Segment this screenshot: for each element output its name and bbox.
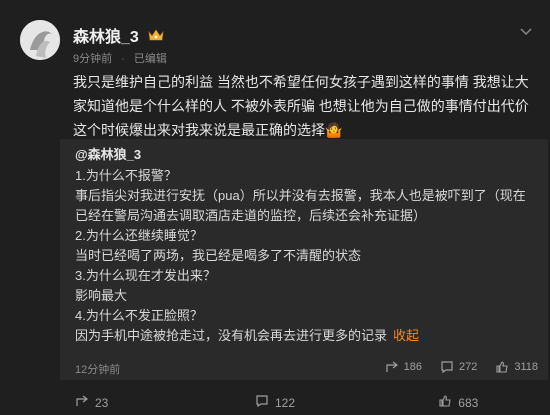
quoted-post-actions: 186 272 3118 <box>385 360 538 374</box>
quoted-share-count: 186 <box>403 361 422 373</box>
like-button[interactable]: 683 <box>367 390 550 415</box>
thumbs-up-icon <box>438 394 452 411</box>
quote-line: 事后指尖对我进行安抚（pua）所以并没有去报警，我本人也是被吓到了（现在已经在警… <box>75 188 526 223</box>
crown-badge-icon <box>147 28 165 47</box>
edited-label[interactable]: 已编辑 <box>134 53 167 65</box>
quoted-post-time[interactable]: 12分钟前 <box>75 361 120 377</box>
quoted-share-button[interactable]: 186 <box>385 360 422 374</box>
quote-line: 2.为什么还继续睡觉？ <box>75 228 203 243</box>
avatar-image <box>20 20 60 60</box>
quote-line: 4.为什么不发正脸照？ <box>75 308 203 323</box>
quote-line: 当时已经喝了两场，我已经是喝多了不清醒的状态 <box>75 248 362 263</box>
quote-line-last: 因为手机中途被抢走过，没有机会再去进行更多的记录 收起 <box>75 326 535 346</box>
weibo-post: 森林狼_3 9分钟前 · 已编辑 我只是维护自己的利益 当然也不希望任何女孩子遇… <box>0 0 550 415</box>
post-meta: 9分钟前 · 已编辑 <box>73 50 167 66</box>
thumbs-up-icon <box>495 360 509 374</box>
post-time[interactable]: 9分钟前 <box>73 53 112 65</box>
quote-line: 3.为什么现在才发出来？ <box>75 268 216 283</box>
username-text[interactable]: 森林狼_3 <box>73 29 139 46</box>
comment-count: 122 <box>274 395 295 410</box>
post-action-bar: 23 122 683 <box>0 390 550 415</box>
quoted-comment-button[interactable]: 272 <box>440 360 477 374</box>
comment-icon <box>440 360 454 374</box>
comment-icon <box>255 394 269 411</box>
meta-separator: · <box>121 53 125 65</box>
quoted-post-text: @森林狼_3 1.为什么不报警？ 事后指尖对我进行安抚（pua）所以并没有去报警… <box>75 145 535 346</box>
comment-button[interactable]: 122 <box>183 390 366 415</box>
quote-line: 影响最大 <box>75 288 128 303</box>
share-count: 23 <box>94 395 109 410</box>
avatar[interactable] <box>20 20 60 60</box>
quoted-comment-count: 272 <box>458 361 478 373</box>
quoted-like-count: 3118 <box>514 361 538 373</box>
more-options-icon[interactable] <box>518 23 534 39</box>
quoted-like-button[interactable]: 3118 <box>495 360 538 374</box>
quote-line: 因为手机中途被抢走过，没有机会再去进行更多的记录 <box>75 328 388 343</box>
post-content: 我只是维护自己的利益 当然也不希望任何女孩子遇到这样的事情 我想让大家知道他是个… <box>73 74 529 138</box>
like-count: 683 <box>458 395 479 410</box>
share-button[interactable]: 23 <box>0 390 183 415</box>
collapse-link[interactable]: 收起 <box>393 328 419 343</box>
quote-line: 1.为什么不报警？ <box>75 168 177 183</box>
quoted-user-mention[interactable]: @森林狼_3 <box>75 145 535 165</box>
share-icon <box>385 360 399 374</box>
share-icon <box>75 394 89 411</box>
username[interactable]: 森林狼_3 <box>73 23 165 47</box>
